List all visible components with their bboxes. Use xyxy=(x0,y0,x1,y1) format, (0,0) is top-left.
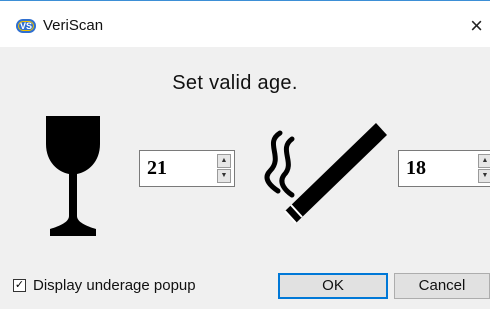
tobacco-age-spinner[interactable]: 18 ▲ ▼ xyxy=(398,150,490,187)
close-icon[interactable]: × xyxy=(463,11,490,41)
title-bar: VS VeriScan × xyxy=(0,1,490,47)
ok-button[interactable]: OK xyxy=(278,273,388,299)
veriscan-app-icon: VS xyxy=(16,19,36,33)
underage-popup-label[interactable]: Display underage popup xyxy=(33,277,196,294)
dialog-prompt: Set valid age. xyxy=(172,72,298,94)
alcohol-age-spinner[interactable]: 21 ▲ ▼ xyxy=(139,150,235,187)
alcohol-age-up-button[interactable]: ▲ xyxy=(217,154,231,168)
underage-popup-checkbox[interactable]: ✓ xyxy=(13,279,26,292)
tobacco-age-up-button[interactable]: ▲ xyxy=(478,154,490,168)
alcohol-age-value[interactable]: 21 xyxy=(147,157,167,180)
tobacco-age-down-button[interactable]: ▼ xyxy=(478,169,490,183)
cigarette-icon xyxy=(264,123,387,224)
tobacco-age-value[interactable]: 18 xyxy=(406,157,426,180)
window-title: VeriScan xyxy=(43,17,104,34)
wine-glass-icon xyxy=(46,116,100,236)
alcohol-age-down-button[interactable]: ▼ xyxy=(217,169,231,183)
cancel-button[interactable]: Cancel xyxy=(394,273,490,299)
alcohol-spin-buttons: ▲ ▼ xyxy=(217,154,231,183)
tobacco-spin-buttons: ▲ ▼ xyxy=(478,154,490,183)
